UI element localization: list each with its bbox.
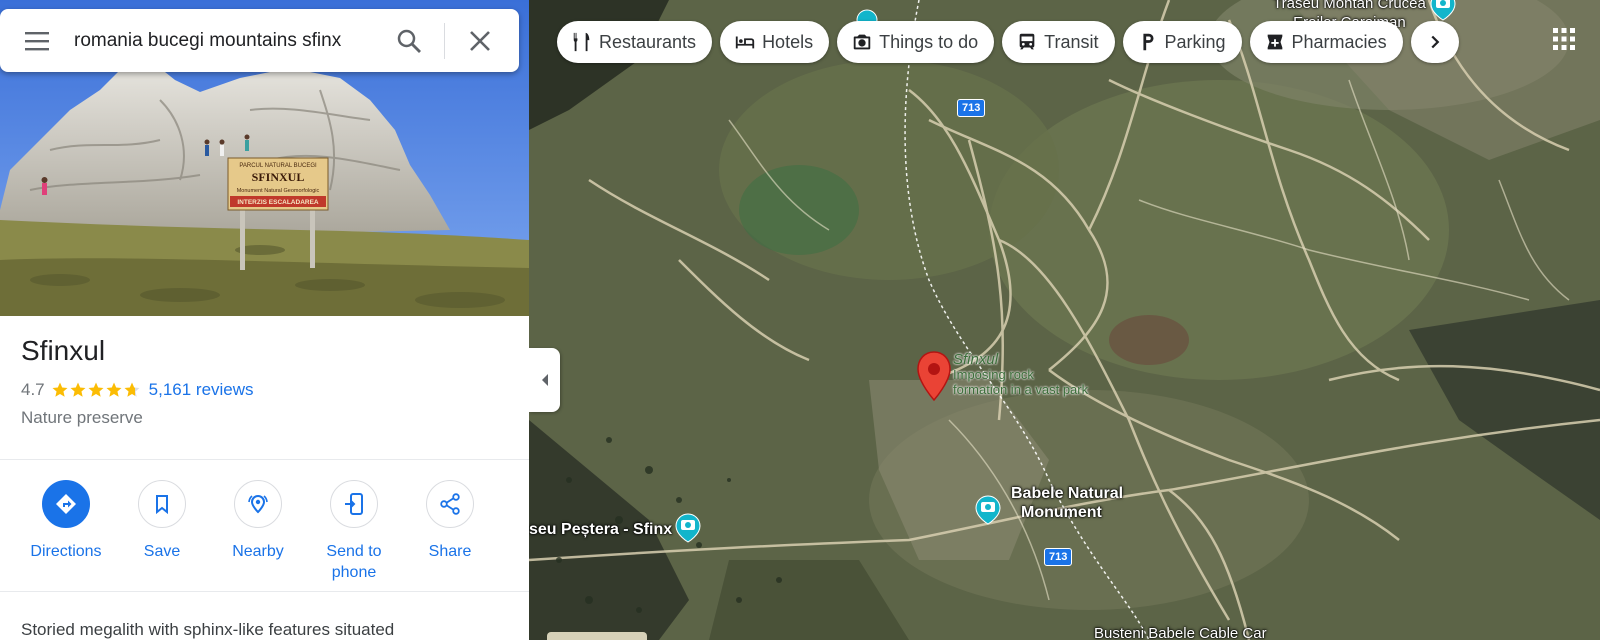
directions-icon — [56, 494, 76, 514]
send-to-phone-label: Send to phone — [326, 543, 382, 581]
chip-parking-label: Parking — [1164, 31, 1226, 52]
nearby-label: Nearby — [232, 543, 284, 560]
directions-label: Directions — [30, 543, 102, 560]
chip-hotels-label: Hotels — [762, 31, 814, 52]
selected-place-pin-icon[interactable] — [916, 350, 952, 402]
rating-value: 4.7 — [21, 380, 45, 399]
sign-line-1: PARCUL NATURAL BUCEGI — [239, 163, 317, 169]
chip-parking[interactable]: Parking — [1122, 21, 1242, 63]
star-rating — [51, 381, 141, 399]
star-icon — [70, 382, 86, 397]
star-icon — [52, 382, 68, 397]
chip-pharmacies[interactable]: Pharmacies — [1249, 21, 1403, 63]
hotel-icon — [735, 36, 755, 49]
nearby-icon — [248, 494, 268, 514]
selected-place-title: Sfinxul — [953, 351, 999, 368]
traseu-label-line1: Traseu Montan Crucea — [1273, 0, 1426, 12]
save-circle — [138, 480, 186, 528]
chip-transit[interactable]: Transit — [1002, 21, 1115, 63]
selected-place-label[interactable]: Sfinxul Imposing rock formation in a vas… — [953, 352, 1088, 397]
bookmark-icon — [156, 495, 168, 515]
share-label: Share — [428, 543, 472, 560]
place-description: Storied megalith with sphinx-like featur… — [21, 620, 395, 639]
search-separator — [444, 22, 445, 59]
restaurant-icon — [573, 32, 590, 52]
chip-restaurants-label: Restaurants — [599, 31, 697, 52]
save-button[interactable]: Save — [114, 480, 210, 583]
action-buttons: Directions Save Nearby Send to phone Sha… — [18, 480, 498, 583]
share-button[interactable]: Share — [402, 480, 498, 583]
place-category[interactable]: Nature preserve — [21, 408, 254, 428]
satellite-map[interactable]: Sfinxul Imposing rock formation in a vas… — [529, 0, 1600, 640]
send-to-phone-button[interactable]: Send to phone — [306, 480, 402, 583]
send-to-phone-circle — [330, 480, 378, 528]
selected-place-desc-line2: formation in a vast park — [953, 382, 1089, 397]
cable-car-label[interactable]: Busteni Babele Cable Car — [1094, 624, 1267, 640]
nearby-button[interactable]: Nearby — [210, 480, 306, 583]
chip-pharmacies-label: Pharmacies — [1291, 31, 1387, 52]
star-icon — [88, 382, 104, 397]
apps-grid-icon[interactable] — [1552, 27, 1576, 51]
close-icon — [470, 30, 490, 51]
search-button[interactable] — [380, 17, 438, 65]
directions-circle — [42, 480, 90, 528]
road-shield-713-north: 713 — [957, 99, 986, 117]
sign-line-2: SFINXUL — [252, 170, 305, 184]
sign-line-4: INTERZIS ESCALADAREA — [237, 199, 319, 206]
road-shield-713-south: 713 — [1044, 548, 1073, 566]
chip-restaurants[interactable]: Restaurants — [557, 21, 713, 63]
hamburger-menu-icon — [25, 31, 49, 50]
pharmacy-icon — [1267, 34, 1282, 50]
chip-transit-label: Transit — [1044, 31, 1099, 52]
transit-icon — [1019, 33, 1035, 50]
chip-things-to-do-label: Things to do — [879, 31, 979, 52]
place-info: Sfinxul 4.7 5,161 reviews Nature preserv… — [21, 335, 254, 428]
selected-place-desc-line1: Imposing rock — [953, 367, 1034, 382]
search-icon — [397, 29, 421, 53]
search-input[interactable] — [74, 29, 364, 52]
reviews-link[interactable]: 5,161 reviews — [149, 380, 254, 400]
menu-button[interactable] — [0, 9, 74, 72]
parking-icon — [1142, 33, 1153, 51]
clear-search-button[interactable] — [451, 17, 509, 65]
babele-label[interactable]: Babele Natural Monument — [1011, 484, 1123, 522]
sign-line-3: Monument Natural Geomorfologic — [237, 188, 320, 194]
chip-things-to-do[interactable]: Things to do — [837, 21, 995, 63]
chip-hotels[interactable]: Hotels — [720, 21, 830, 63]
rating-row: 4.7 5,161 reviews — [21, 380, 254, 400]
save-label: Save — [143, 543, 181, 560]
share-circle — [426, 480, 474, 528]
nearby-circle — [234, 480, 282, 528]
search-box — [0, 9, 519, 72]
place-panel: PARCUL NATURAL BUCEGI SFINXUL Monument N… — [0, 0, 529, 640]
chevron-right-icon — [1431, 35, 1439, 49]
collapse-arrow-icon — [541, 374, 548, 386]
category-chips: Restaurants Hotels Things to do Transit … — [557, 21, 1459, 63]
directions-button[interactable]: Directions — [18, 480, 114, 583]
share-icon — [440, 493, 460, 515]
pestera-label[interactable]: seu Peștera - Sfinx — [529, 520, 672, 539]
babele-label-line2: Monument — [1021, 504, 1102, 521]
star-icon — [106, 382, 122, 397]
send-to-phone-icon — [345, 493, 363, 515]
place-title: Sfinxul — [21, 335, 106, 366]
star-icon — [124, 382, 140, 397]
map-terrain[interactable] — [529, 0, 1600, 640]
collapse-panel-button[interactable] — [529, 348, 560, 412]
divider-bottom — [0, 591, 529, 592]
babele-label-line1: Babele Natural — [1011, 485, 1124, 502]
chips-next-button[interactable] — [1410, 21, 1459, 63]
divider-top — [0, 459, 529, 460]
camera-icon — [853, 34, 871, 50]
